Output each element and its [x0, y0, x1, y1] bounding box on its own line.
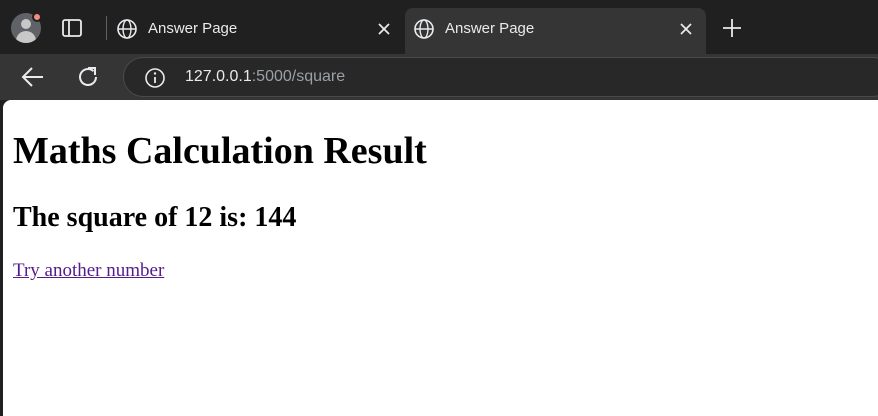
result-text: The square of 12 is: 144 — [13, 202, 297, 233]
site-info-icon[interactable] — [144, 67, 166, 89]
tab-title: Answer Page — [148, 20, 238, 37]
tab-answer-page-2[interactable]: Answer Page — [405, 8, 706, 54]
try-another-number-link[interactable]: Try another number — [13, 260, 164, 282]
tab-separator — [106, 16, 107, 40]
address-bar[interactable]: 127.0.0.1:5000/square — [123, 57, 878, 97]
reload-icon[interactable] — [74, 63, 102, 91]
tab-actions-icon[interactable] — [60, 16, 84, 40]
page-title: Maths Calculation Result — [13, 130, 427, 172]
url-host: 127.0.0.1 — [185, 68, 252, 85]
tab-strip: Answer Page Answer Page — [0, 0, 878, 54]
url-path: :5000/square — [251, 68, 346, 85]
tab-title: Answer Page — [445, 20, 535, 37]
close-icon[interactable] — [676, 19, 696, 39]
url-text: 127.0.0.1:5000/square — [185, 68, 345, 86]
avatar-body — [16, 31, 36, 43]
close-icon[interactable] — [374, 19, 394, 39]
browser-toolbar: 127.0.0.1:5000/square — [0, 54, 878, 100]
back-arrow-icon[interactable] — [19, 63, 47, 91]
tab-answer-page-1[interactable]: Answer Page — [108, 8, 404, 54]
profile-notification-dot — [32, 12, 42, 22]
new-tab-plus-icon[interactable] — [720, 16, 744, 40]
globe-icon — [413, 18, 435, 40]
page-viewport: Maths Calculation Result The square of 1… — [3, 100, 878, 416]
globe-icon — [116, 18, 138, 40]
avatar-head — [21, 19, 31, 29]
